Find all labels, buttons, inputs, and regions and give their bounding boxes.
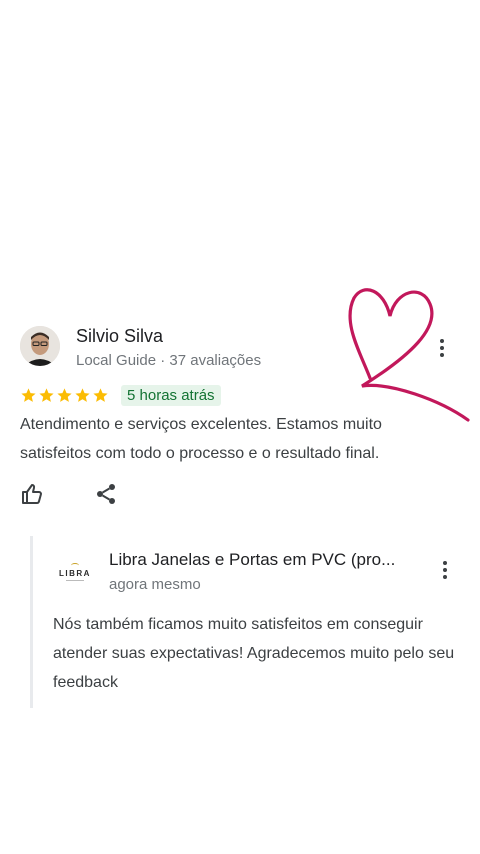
star-rating bbox=[20, 387, 109, 404]
review-actions bbox=[20, 482, 118, 506]
business-logo: LIBRA bbox=[55, 552, 95, 592]
business-name[interactable]: Libra Janelas e Portas em PVC (pro... bbox=[109, 550, 395, 570]
owner-reply: LIBRA Libra Janelas e Portas em PVC (pro… bbox=[30, 536, 463, 708]
star-icon bbox=[57, 387, 72, 402]
star-icon bbox=[39, 387, 54, 402]
avatar[interactable] bbox=[20, 326, 60, 366]
share-icon[interactable] bbox=[94, 482, 118, 506]
star-icon bbox=[75, 387, 90, 402]
review-text: Atendimento e serviços excelentes. Estam… bbox=[20, 416, 382, 462]
more-options-icon[interactable] bbox=[435, 558, 455, 582]
time-badge: 5 horas atrás bbox=[121, 384, 221, 406]
reply-time: agora mesmo bbox=[109, 576, 201, 593]
rating-row: 5 horas atrás bbox=[20, 384, 221, 406]
author-name[interactable]: Silvio Silva bbox=[76, 326, 163, 347]
star-icon bbox=[21, 387, 36, 402]
reply-text: Nós também ficamos muito satisfeitos em … bbox=[53, 616, 455, 691]
more-options-icon[interactable] bbox=[432, 336, 452, 360]
star-icon bbox=[93, 387, 108, 402]
thumbs-up-icon[interactable] bbox=[20, 482, 44, 506]
author-meta: Local Guide · 37 avaliações bbox=[76, 352, 262, 369]
